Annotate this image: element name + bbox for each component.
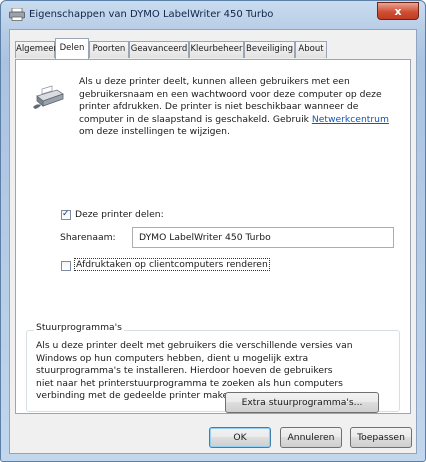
tab-poorten[interactable]: Poorten (89, 41, 129, 58)
tab-delen[interactable]: Delen (55, 38, 89, 59)
tab-about[interactable]: About (295, 41, 327, 58)
share-printer-label: Deze printer delen: (75, 209, 164, 220)
network-center-link[interactable]: Netwerkcentrum (312, 114, 389, 125)
tab-geavanceerd[interactable]: Geavanceerd (129, 41, 189, 58)
title-bar[interactable]: Eigenschappen van DYMO LabelWriter 450 T… (1, 1, 425, 29)
shared-printer-icon (33, 85, 64, 109)
drivers-group-title: Stuurprogramma's (34, 322, 124, 333)
share-printer-checkbox[interactable]: ✓ (61, 209, 71, 220)
apply-button[interactable]: Toepassen (350, 427, 412, 448)
tab-strip: Algemeen Delen Poorten Geavanceerd Kleur… (15, 38, 411, 60)
sharing-panel: Als u deze printer deelt, kunnen alleen … (15, 59, 411, 414)
window-title: Eigenschappen van DYMO LabelWriter 450 T… (29, 9, 274, 20)
close-icon: x (394, 4, 402, 18)
ok-button[interactable]: OK (209, 427, 271, 448)
sharename-input[interactable]: DYMO LabelWriter 450 Turbo (132, 227, 394, 248)
tab-kleurbeheer[interactable]: Kleurbeheer (189, 41, 244, 58)
extra-drivers-button[interactable]: Extra stuurprogramma's... (225, 392, 379, 413)
dialog-client-area: Algemeen Delen Poorten Geavanceerd Kleur… (9, 29, 417, 454)
properties-dialog: Eigenschappen van DYMO LabelWriter 450 T… (0, 0, 426, 462)
close-button[interactable]: x (377, 2, 419, 20)
sharing-intro-text: Als u deze printer deelt, kunnen alleen … (79, 76, 389, 137)
printer-icon (9, 8, 25, 21)
tab-algemeen[interactable]: Algemeen (15, 41, 59, 58)
checkmark-icon: ✓ (62, 209, 70, 219)
tab-beveiliging[interactable]: Beveiliging (244, 41, 295, 58)
sharename-label: Sharenaam: (60, 232, 116, 243)
render-client-checkbox[interactable] (61, 261, 71, 271)
cancel-button[interactable]: Annuleren (280, 427, 342, 448)
render-client-label: Afdruktaken op clientcomputers renderen (74, 258, 270, 271)
